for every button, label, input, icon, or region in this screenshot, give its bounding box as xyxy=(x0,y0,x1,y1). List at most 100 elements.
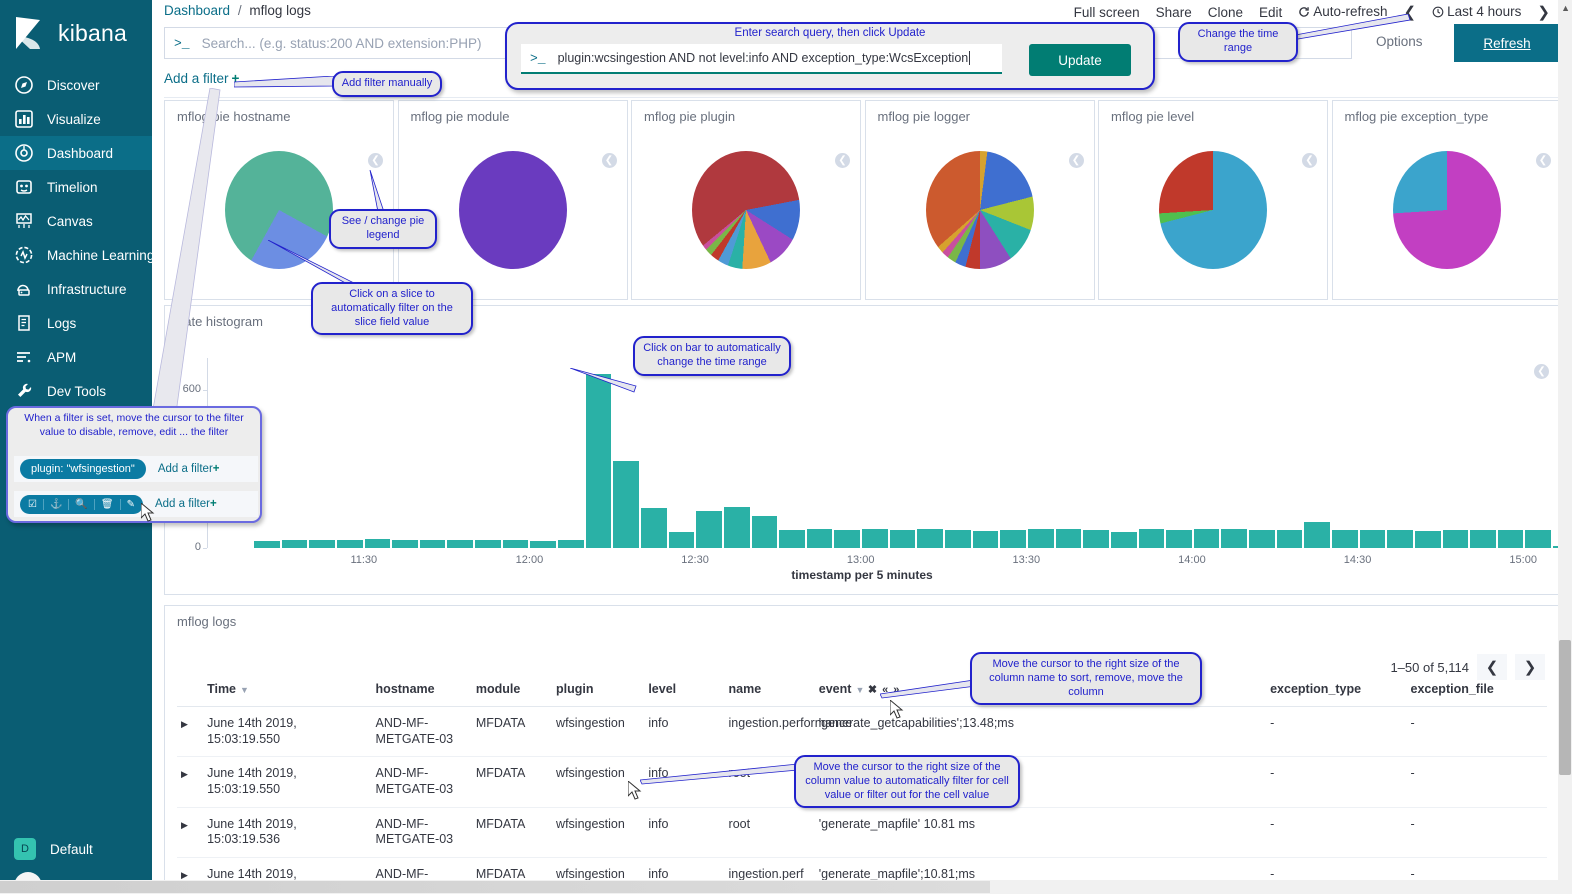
cell-hostname[interactable]: AND-MF-METGATE-03 xyxy=(371,807,472,858)
histogram-bar[interactable] xyxy=(254,540,280,548)
histogram-bar[interactable] xyxy=(834,529,861,548)
column-header-module[interactable]: module xyxy=(471,676,553,707)
pie-slices[interactable] xyxy=(458,151,567,269)
histogram-bar[interactable] xyxy=(1414,530,1441,548)
histogram-bar[interactable] xyxy=(779,529,805,548)
scrollbar-thumb[interactable] xyxy=(0,881,990,893)
column-header-exception_type[interactable]: exception_type xyxy=(1266,676,1407,707)
cell-exception_type[interactable]: - xyxy=(1266,807,1407,858)
cell-level[interactable]: info xyxy=(644,807,725,858)
cell-exception_file[interactable]: - xyxy=(1406,756,1547,808)
histogram-bar[interactable] xyxy=(392,539,418,548)
pie-slices[interactable] xyxy=(1159,151,1267,269)
horizontal-scrollbar[interactable] xyxy=(0,880,1572,894)
histogram-bar[interactable] xyxy=(1027,528,1054,548)
histogram-bar[interactable] xyxy=(917,529,944,548)
cell-time[interactable]: June 14th 2019, 15:03:19.536 xyxy=(203,807,372,858)
histogram-bar[interactable] xyxy=(1525,530,1552,548)
histogram-bar[interactable] xyxy=(1331,529,1358,548)
histogram-bar[interactable] xyxy=(447,539,474,548)
pie-chart[interactable] xyxy=(632,135,860,285)
chevron-right-icon[interactable]: ▶ xyxy=(181,820,188,830)
cell-hostname[interactable]: AND-MF-METGATE-03 xyxy=(371,756,472,808)
edit-filter-icon[interactable]: ✎ xyxy=(121,499,141,510)
histogram-bar[interactable] xyxy=(1470,529,1496,548)
cell-name[interactable]: root xyxy=(724,807,815,858)
sidebar-item-visualize[interactable]: Visualize xyxy=(0,102,152,136)
cell-event[interactable]: 'generate_mapfile' 10.81 ms xyxy=(814,807,1267,858)
pie-chart[interactable] xyxy=(866,135,1094,285)
sidebar-item-canvas[interactable]: Canvas xyxy=(0,204,152,238)
sidebar-item-dashboard[interactable]: Dashboard xyxy=(0,136,152,170)
sort-icon[interactable]: ▼ xyxy=(855,685,864,695)
table-row[interactable]: ▶ June 14th 2019, 15:03:19.536 AND-MF-METG… xyxy=(177,807,1547,858)
column-header-time[interactable]: Time ▼ xyxy=(203,676,372,707)
chevron-right-icon[interactable]: ▶ xyxy=(181,870,188,880)
sidebar-item-timelion[interactable]: Timelion xyxy=(0,170,152,204)
histogram-bar[interactable] xyxy=(889,529,916,548)
filter-pill[interactable]: plugin: "wfsingestion" xyxy=(20,459,146,479)
histogram-bar[interactable] xyxy=(640,508,667,548)
time-range-button[interactable]: Last 4 hours xyxy=(1432,4,1521,21)
sidebar-item-apm[interactable]: APM xyxy=(0,340,152,374)
sidebar-item-infrastructure[interactable]: Infrastructure xyxy=(0,272,152,306)
column-header-exception_file[interactable]: exception_file xyxy=(1406,676,1547,707)
brand[interactable]: kibana xyxy=(0,0,152,68)
histogram-bar[interactable] xyxy=(1166,529,1192,548)
histogram-bar[interactable] xyxy=(1055,529,1082,548)
pie-chart[interactable] xyxy=(1099,135,1327,285)
negate-filter-icon[interactable]: 🔍 xyxy=(69,498,95,510)
expand-row-button[interactable]: ▶ xyxy=(177,756,204,808)
histogram-bar[interactable] xyxy=(336,539,363,548)
delete-filter-icon[interactable]: 🗑 xyxy=(95,498,121,510)
histogram-bar[interactable] xyxy=(558,540,584,548)
histogram-bar[interactable] xyxy=(1442,530,1469,548)
space-selector[interactable]: D Default xyxy=(0,832,152,866)
cell-level[interactable]: info xyxy=(644,706,725,758)
cell-plugin[interactable]: wfsingestion xyxy=(552,706,645,758)
sidebar-item-logs[interactable]: Logs xyxy=(0,306,152,340)
histogram-bar[interactable] xyxy=(751,516,778,548)
cell-exception_file[interactable]: - xyxy=(1406,807,1547,858)
column-tools[interactable]: ✖ « » xyxy=(868,684,901,696)
top-nav-fullscreen[interactable]: Full screen xyxy=(1074,5,1140,20)
histogram-bar[interactable] xyxy=(862,528,888,548)
column-header-level[interactable]: level xyxy=(644,676,725,707)
histogram-bar[interactable] xyxy=(1249,530,1275,548)
scrollbar-thumb[interactable] xyxy=(1559,640,1571,775)
sort-icon[interactable]: ▼ xyxy=(240,685,249,695)
histogram-bar[interactable] xyxy=(1359,530,1386,548)
chevron-right-icon[interactable]: ▶ xyxy=(181,719,188,729)
histogram-bar[interactable] xyxy=(613,460,639,548)
vertical-scrollbar[interactable]: ▲ xyxy=(1558,0,1572,894)
cell-plugin[interactable]: wfsingestion xyxy=(552,807,645,858)
histogram-bar[interactable] xyxy=(806,529,833,548)
cell-module[interactable]: MFDATA xyxy=(471,807,553,858)
histogram-bar[interactable] xyxy=(945,530,971,548)
histogram-bar[interactable] xyxy=(502,540,529,548)
sidebar-item-dev-tools[interactable]: Dev Tools xyxy=(0,374,152,408)
histogram-bar[interactable] xyxy=(475,540,501,548)
histogram-plot[interactable] xyxy=(207,358,1572,548)
histogram-bar[interactable] xyxy=(281,540,308,548)
top-nav-clone[interactable]: Clone xyxy=(1208,5,1243,20)
expand-row-button[interactable]: ▶ xyxy=(177,807,204,858)
histogram-bar[interactable] xyxy=(1110,532,1137,548)
time-prev-button[interactable]: ❮ xyxy=(1404,3,1417,21)
histogram-bar[interactable] xyxy=(1497,529,1524,548)
histogram-bar[interactable] xyxy=(585,373,612,548)
pie-chart[interactable] xyxy=(1333,135,1561,285)
cell-hostname[interactable]: AND-MF-METGATE-03 xyxy=(371,706,472,758)
sidebar-item-discover[interactable]: Discover xyxy=(0,68,152,102)
histogram-bar[interactable] xyxy=(1276,529,1303,548)
chevron-right-icon[interactable]: ▶ xyxy=(181,769,188,779)
query-callout-input[interactable]: >_ plugin:wcsingestion AND not level:inf… xyxy=(521,44,1002,74)
time-next-button[interactable]: ❯ xyxy=(1537,3,1550,21)
filter-tools[interactable]: ☑ ⚓ 🔍 🗑 ✎ xyxy=(20,494,143,514)
cell-event[interactable]: 'generate_getcapabilities';13.48;ms xyxy=(814,706,1267,758)
top-nav-edit[interactable]: Edit xyxy=(1259,5,1282,20)
histogram-bar[interactable] xyxy=(723,507,750,548)
sidebar-item-machine-learning[interactable]: Machine Learning xyxy=(0,238,154,272)
cell-exception_file[interactable]: - xyxy=(1406,706,1547,758)
histogram-bar[interactable] xyxy=(668,532,695,548)
